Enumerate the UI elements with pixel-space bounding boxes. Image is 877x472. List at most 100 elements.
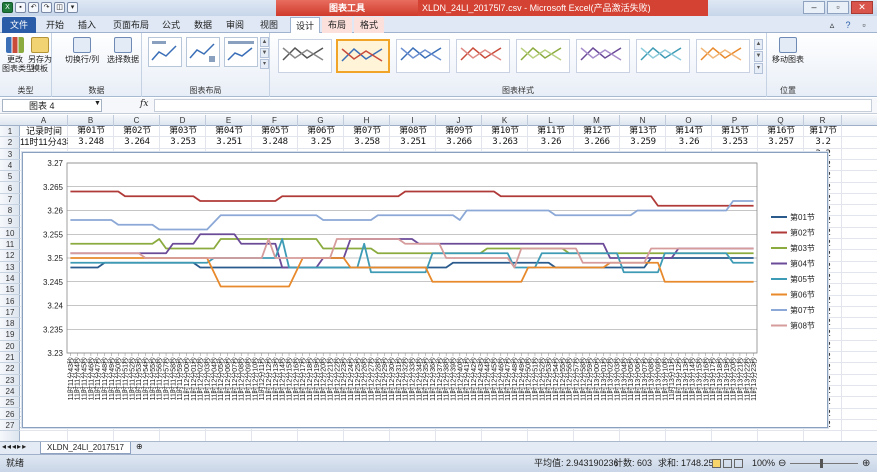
column-header-D[interactable]: D bbox=[160, 115, 206, 126]
chart-style-6[interactable] bbox=[576, 39, 630, 73]
zoom-slider[interactable] bbox=[790, 463, 858, 464]
cell-M1[interactable]: 第12节 bbox=[574, 126, 620, 137]
print-preview-icon[interactable]: ◫ bbox=[54, 2, 65, 13]
select-data-button[interactable]: 选择数据 bbox=[106, 37, 140, 64]
minimize-button[interactable]: – bbox=[803, 1, 825, 14]
cell-D1[interactable]: 第03节 bbox=[160, 126, 206, 137]
tab-formulas[interactable]: 公式 bbox=[158, 17, 184, 33]
restore-button[interactable]: ▫ bbox=[827, 1, 849, 14]
chart-style-5[interactable] bbox=[516, 39, 570, 73]
save-icon[interactable]: ▪ bbox=[15, 2, 26, 13]
sheet-tab[interactable]: XLDN_24LI_2017517 bbox=[40, 442, 131, 454]
row-header-22[interactable]: 22 bbox=[0, 363, 20, 375]
tab-review[interactable]: 审阅 bbox=[222, 17, 248, 33]
cell-L2[interactable]: 3.26 bbox=[528, 137, 574, 148]
worksheet-grid[interactable]: ABCDEFGHIJKLMNOPQR 1 2 3 4 5 6 7 8 9 10 11 12 13 14 15… bbox=[0, 115, 877, 441]
column-header-B[interactable]: B bbox=[68, 115, 114, 126]
row-header-13[interactable]: 13 bbox=[0, 262, 20, 273]
row-header-6[interactable]: 6 bbox=[0, 183, 20, 194]
column-header-H[interactable]: H bbox=[344, 115, 390, 126]
row-header-3[interactable]: 3 bbox=[0, 149, 20, 160]
row-header-23[interactable]: 23 bbox=[0, 375, 20, 386]
chart-layout-1-thumb[interactable] bbox=[148, 37, 182, 67]
switch-row-column-button[interactable]: 切换行/列 bbox=[64, 37, 100, 64]
zoom-out-icon[interactable]: ⊖ bbox=[778, 455, 786, 472]
tab-insert[interactable]: 插入 bbox=[74, 17, 100, 33]
page-layout-view-icon[interactable] bbox=[723, 459, 732, 468]
cell-D2[interactable]: 3.253 bbox=[160, 137, 206, 148]
workbook-restore-icon[interactable]: ▫ bbox=[858, 17, 870, 33]
line-chart[interactable]: 3.27 3.265 3.26 3.255 3.25 3.245 3.24 3.235 3.23… bbox=[22, 152, 828, 428]
customize-qat-icon[interactable]: ▾ bbox=[67, 2, 78, 13]
cell-E2[interactable]: 3.251 bbox=[206, 137, 252, 148]
name-box[interactable]: 图表 4 bbox=[2, 99, 102, 112]
cell-C1[interactable]: 第02节 bbox=[114, 126, 160, 137]
row-header-21[interactable]: 21 bbox=[0, 352, 20, 364]
cell-H1[interactable]: 第07节 bbox=[344, 126, 390, 137]
tab-data[interactable]: 数据 bbox=[190, 17, 216, 33]
insert-sheet-icon[interactable]: ⊕ bbox=[136, 442, 143, 451]
help-icon[interactable]: ? bbox=[842, 17, 854, 33]
page-break-view-icon[interactable] bbox=[734, 459, 743, 468]
cell-A2[interactable]: 11时11分43秒 bbox=[20, 137, 68, 148]
cell-N2[interactable]: 3.259 bbox=[620, 137, 666, 148]
row-header-8[interactable]: 8 bbox=[0, 205, 20, 217]
cell-J2[interactable]: 3.266 bbox=[436, 137, 482, 148]
tab-page-layout[interactable]: 页面布局 bbox=[108, 17, 154, 33]
tab-design[interactable]: 设计 bbox=[290, 17, 320, 33]
row-header-24[interactable]: 24 bbox=[0, 386, 20, 398]
insert-function-icon[interactable]: fx bbox=[140, 99, 148, 109]
cell-Q1[interactable]: 第16节 bbox=[758, 126, 804, 137]
cell-O2[interactable]: 3.26 bbox=[666, 137, 712, 148]
column-header-J[interactable]: J bbox=[436, 115, 482, 126]
cell-F1[interactable]: 第05节 bbox=[252, 126, 298, 137]
column-header-I[interactable]: I bbox=[390, 115, 436, 126]
cell-B2[interactable]: 3.248 bbox=[68, 137, 114, 148]
column-header-Q[interactable]: Q bbox=[758, 115, 804, 126]
zoom-level[interactable]: 100% bbox=[752, 455, 775, 472]
chart-layout-2-thumb[interactable] bbox=[186, 37, 220, 67]
column-header-K[interactable]: K bbox=[482, 115, 528, 126]
cell-R1[interactable]: 第17节 bbox=[804, 126, 842, 137]
cell-A1[interactable]: 记录时间 bbox=[20, 126, 68, 137]
column-header-P[interactable]: P bbox=[712, 115, 758, 126]
change-chart-type-button[interactable]: 更改 图表类型 bbox=[2, 37, 34, 73]
layout-more[interactable]: ▾ bbox=[260, 59, 269, 69]
cell-J1[interactable]: 第09节 bbox=[436, 126, 482, 137]
chart-style-1[interactable] bbox=[278, 39, 332, 73]
normal-view-icon[interactable] bbox=[712, 459, 721, 468]
cell-F2[interactable]: 3.248 bbox=[252, 137, 298, 148]
cell-H2[interactable]: 3.258 bbox=[344, 137, 390, 148]
undo-icon[interactable]: ↶ bbox=[28, 2, 39, 13]
chart-layout-3-thumb[interactable] bbox=[224, 37, 258, 67]
tab-layout[interactable]: 布局 bbox=[322, 17, 352, 33]
row-header-17[interactable]: 17 bbox=[0, 307, 20, 319]
chart-style-4[interactable] bbox=[456, 39, 510, 73]
cell-B1[interactable]: 第01节 bbox=[68, 126, 114, 137]
minimize-ribbon-icon[interactable]: ▵ bbox=[826, 17, 838, 33]
row-header-9[interactable]: 9 bbox=[0, 216, 20, 228]
chart-style-7[interactable] bbox=[636, 39, 690, 73]
cell-G1[interactable]: 第06节 bbox=[298, 126, 344, 137]
styles-more[interactable]: ▾ bbox=[754, 63, 763, 74]
row-header-25[interactable]: 25 bbox=[0, 397, 20, 409]
row-header-7[interactable]: 7 bbox=[0, 194, 20, 206]
cell-C2[interactable]: 3.264 bbox=[114, 137, 160, 148]
tab-view[interactable]: 视图 bbox=[256, 17, 282, 33]
cell-E1[interactable]: 第04节 bbox=[206, 126, 252, 137]
tab-file[interactable]: 文件 bbox=[2, 17, 36, 33]
column-header-C[interactable]: C bbox=[114, 115, 160, 126]
row-header-14[interactable]: 14 bbox=[0, 273, 20, 285]
cell-P2[interactable]: 3.253 bbox=[712, 137, 758, 148]
cell-R2[interactable]: 3.2 bbox=[804, 137, 842, 148]
column-header-E[interactable]: E bbox=[206, 115, 252, 126]
row-header-20[interactable]: 20 bbox=[0, 341, 20, 352]
column-header-A[interactable]: A bbox=[20, 115, 68, 126]
tab-format[interactable]: 格式 bbox=[354, 17, 384, 33]
save-as-template-button[interactable]: 另存为 模板 bbox=[28, 37, 52, 73]
tab-home[interactable]: 开始 bbox=[42, 17, 68, 33]
sheet-nav-arrows[interactable]: ◂◂◂▸▸ bbox=[2, 442, 27, 451]
chart-style-2[interactable] bbox=[336, 39, 390, 73]
row-header-5[interactable]: 5 bbox=[0, 171, 20, 183]
column-header-G[interactable]: G bbox=[298, 115, 344, 126]
